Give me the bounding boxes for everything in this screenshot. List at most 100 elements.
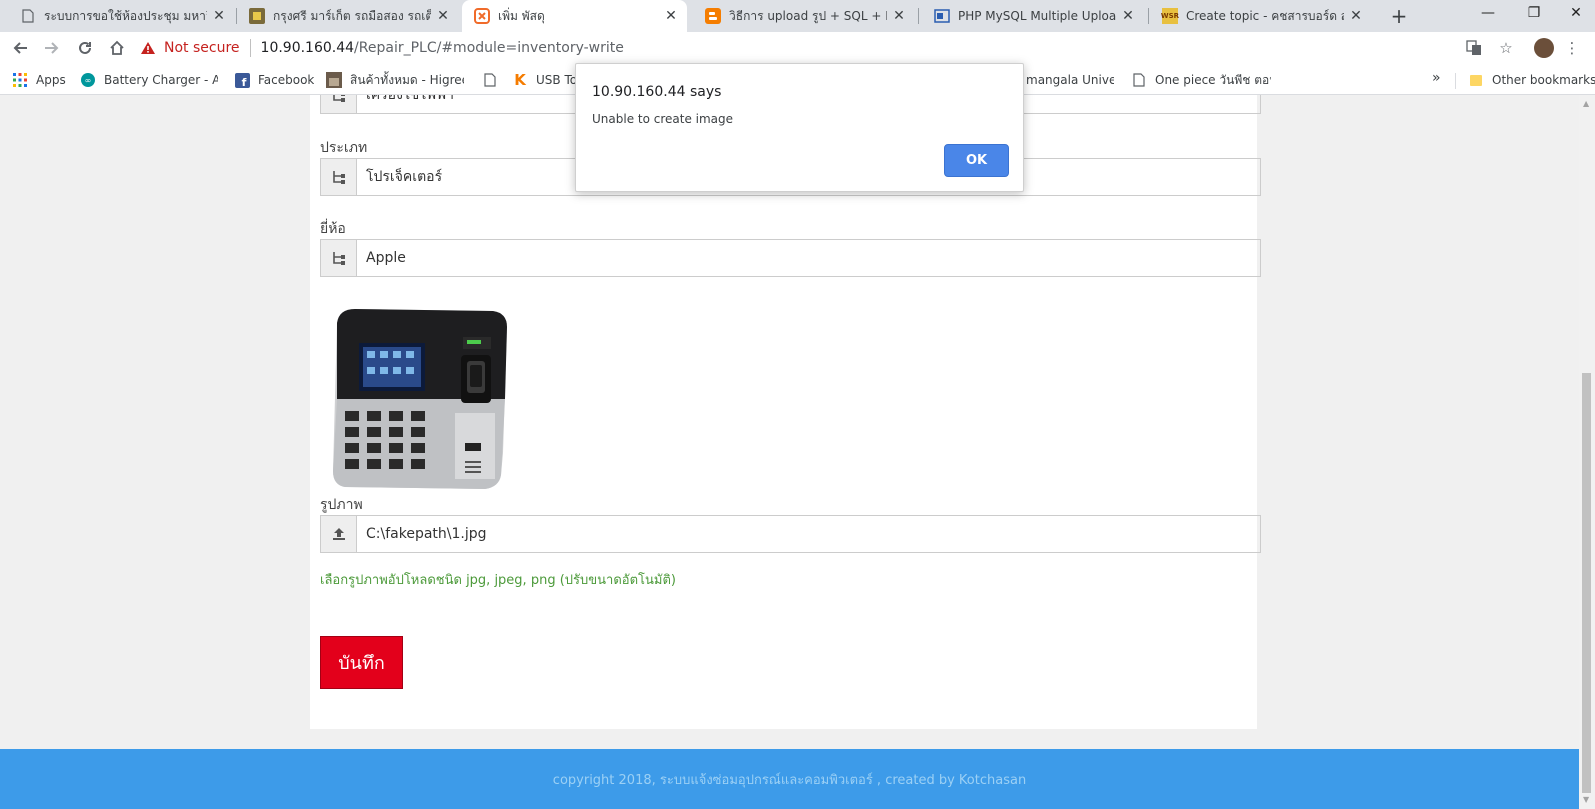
bookmark-label: One piece วันพีช ตอนที่ — [1155, 72, 1271, 87]
close-icon[interactable]: ✕ — [663, 8, 679, 24]
bookmark-star-icon[interactable]: ☆ — [1494, 36, 1518, 60]
tab-title: กรุงศรี มาร์เก็ต รถมือสอง รถเต็นท์ รถ — [273, 8, 431, 23]
tree-icon — [321, 240, 357, 276]
category-value: เครื่องใช้ไฟฟ้า — [366, 95, 454, 103]
page-icon — [20, 8, 36, 24]
folder-icon — [1468, 72, 1484, 88]
tab-create-topic[interactable]: WSR Create topic - คชสารบอร์ด สำหรับ ✕ — [1150, 0, 1372, 32]
arduino-icon: ∞ — [80, 72, 96, 88]
xampp-icon — [474, 8, 490, 24]
menu-icon[interactable]: ⋮ — [1560, 36, 1584, 60]
bookmark-label: Facebook — [258, 73, 315, 87]
scroll-thumb[interactable] — [1582, 373, 1591, 793]
brand-select[interactable]: Apple — [320, 239, 1261, 277]
close-icon[interactable]: ✕ — [1120, 8, 1136, 24]
bookmark-other[interactable]: Other bookmarks — [1468, 70, 1595, 90]
back-button[interactable] — [8, 36, 32, 60]
tab-title: PHP MySQL Multiple Upload File — [958, 9, 1116, 23]
close-window-button[interactable]: ✕ — [1557, 0, 1595, 26]
bookmark-label: USB To — [536, 73, 576, 87]
tab-php-upload[interactable]: PHP MySQL Multiple Upload File ✕ — [922, 0, 1144, 32]
close-icon[interactable]: ✕ — [891, 8, 907, 24]
krungsri-icon — [249, 8, 265, 24]
bookmark-label: Battery Charger - Ard — [104, 73, 218, 87]
tab-title: วิธีการ upload รูป + SQL + Resize — [729, 8, 887, 23]
avatar — [1534, 38, 1554, 58]
image-hint: เลือกรูปภาพอัปโหลดชนิด jpg, jpeg, png (ป… — [320, 573, 676, 588]
svg-text:f: f — [241, 76, 246, 88]
minimize-button[interactable]: — — [1465, 0, 1511, 26]
tab-krungsri[interactable]: กรุงศรี มาร์เก็ต รถมือสอง รถเต็นท์ รถ ✕ — [237, 0, 459, 32]
facebook-icon: f — [234, 72, 250, 88]
save-button[interactable]: บันทึก — [320, 636, 403, 689]
browser-toolbar: Not secure 10.90.160.44 /Repair_PLC/#mod… — [0, 32, 1595, 64]
bookmark-higreen[interactable]: สินค้าทั้งหมด - Higreen — [326, 70, 464, 90]
type-label: ประเภท — [320, 140, 368, 156]
image-file-input[interactable]: C:\fakepath\1.jpg — [320, 515, 1261, 553]
close-icon[interactable]: ✕ — [211, 8, 227, 24]
chevron-right-icon[interactable]: » — [1432, 70, 1441, 86]
bookmark-divider — [1455, 73, 1456, 89]
restore-button[interactable]: ❐ — [1511, 0, 1557, 26]
bookmark-facebook[interactable]: f Facebook — [234, 70, 314, 90]
bookmark-label: Apps — [36, 73, 66, 87]
tab-add-inventory[interactable]: เพิ่ม พัสดุ ✕ — [462, 0, 687, 32]
brand-label: ยี่ห้อ — [320, 221, 346, 237]
translate-icon[interactable] — [1462, 36, 1486, 60]
url-path: /Repair_PLC/#module=inventory-write — [354, 40, 624, 56]
tab-title: ระบบการขอใช้ห้องประชุม มหาวิทยาลัย — [44, 8, 207, 23]
tab-separator — [1148, 8, 1149, 24]
tree-icon — [321, 95, 357, 113]
home-button[interactable] — [105, 36, 129, 60]
higreen-icon — [326, 72, 342, 88]
tab-title: เพิ่ม พัสดุ — [498, 8, 545, 23]
page-icon — [1131, 72, 1147, 88]
bookmark-one-piece[interactable]: One piece วันพีช ตอนที่ — [1131, 70, 1271, 90]
page-icon — [482, 72, 498, 88]
bookmark-label: mangala Univers — [1026, 73, 1114, 87]
k-icon: K — [514, 71, 526, 89]
reload-button[interactable] — [73, 36, 97, 60]
alert-message: Unable to create image — [592, 112, 734, 126]
image-preview — [325, 303, 515, 493]
ok-button[interactable]: OK — [944, 144, 1009, 177]
bookmark-page[interactable] — [482, 70, 506, 90]
image-path-value: C:\fakepath\1.jpg — [366, 526, 487, 542]
tab-upload-guide[interactable]: วิธีการ upload รูป + SQL + Resize ✕ — [693, 0, 915, 32]
close-icon[interactable]: ✕ — [435, 8, 451, 24]
tab-room-booking[interactable]: ระบบการขอใช้ห้องประชุม มหาวิทยาลัย ✕ — [8, 0, 235, 32]
scroll-down-arrow-icon[interactable]: ▼ — [1583, 795, 1589, 804]
apps-grid-icon — [12, 72, 28, 88]
close-icon[interactable]: ✕ — [1348, 8, 1364, 24]
warning-icon — [140, 40, 156, 56]
footer-copyright: copyright 2018, ระบบแจ้งซ่อมอุปกรณ์และคอ… — [552, 772, 1027, 788]
bookmark-university[interactable]: mangala Univers — [1026, 70, 1114, 90]
blogger-icon — [705, 8, 721, 24]
url-host: 10.90.160.44 — [260, 40, 355, 56]
image-label: รูปภาพ — [320, 497, 363, 513]
bookmark-label: Other bookmarks — [1492, 73, 1595, 87]
alert-title: 10.90.160.44 says — [592, 84, 722, 100]
bookmark-usb[interactable]: K USB To — [512, 70, 576, 90]
wsr-icon: WSR — [1161, 8, 1179, 24]
bookmark-apps[interactable]: Apps — [12, 70, 66, 90]
address-bar[interactable]: Not secure 10.90.160.44 /Repair_PLC/#mod… — [140, 34, 1580, 62]
url-divider — [249, 39, 251, 57]
brand-value: Apple — [366, 250, 406, 266]
tab-title: Create topic - คชสารบอร์ด สำหรับ — [1186, 8, 1344, 23]
scroll-up-arrow-icon[interactable]: ▲ — [1583, 99, 1589, 108]
upload-icon — [321, 516, 357, 552]
bookmark-battery-charger[interactable]: ∞ Battery Charger - Ard — [80, 70, 218, 90]
type-value: โปรเจ็คเตอร์ — [366, 169, 443, 185]
bookmark-label: สินค้าทั้งหมด - Higreen — [350, 72, 464, 87]
tab-strip: ระบบการขอใช้ห้องประชุม มหาวิทยาลัย ✕ กรุ… — [0, 0, 1595, 32]
svg-text:∞: ∞ — [85, 76, 92, 85]
security-status[interactable]: Not secure — [164, 40, 240, 56]
site-icon — [934, 8, 950, 24]
page-footer: copyright 2018, ระบบแจ้งซ่อมอุปกรณ์และคอ… — [0, 749, 1579, 809]
tree-icon — [321, 159, 357, 195]
profile-avatar[interactable] — [1532, 36, 1556, 60]
page-scrollbar[interactable]: ▲ ▼ — [1579, 95, 1595, 809]
forward-button[interactable] — [40, 36, 64, 60]
new-tab-button[interactable]: + — [1387, 4, 1411, 28]
